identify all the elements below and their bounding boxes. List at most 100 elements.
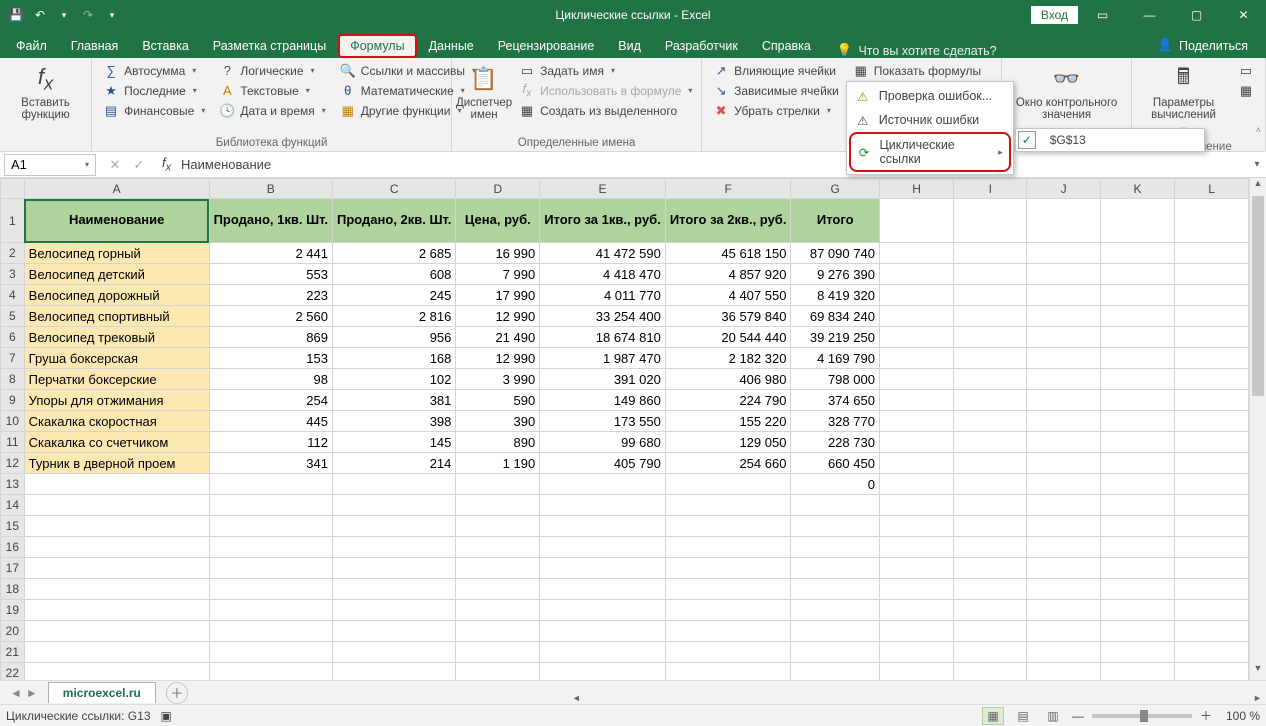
row-header-9[interactable]: 9 — [1, 390, 25, 411]
cell-K21[interactable] — [1101, 642, 1175, 663]
cell-C15[interactable] — [332, 516, 455, 537]
cell-J1[interactable] — [1027, 199, 1101, 243]
cell-I17[interactable] — [954, 558, 1027, 579]
cell-K7[interactable] — [1101, 348, 1175, 369]
cell-B9[interactable]: 254 — [209, 390, 332, 411]
cell-G3[interactable]: 9 276 390 — [791, 264, 879, 285]
zoom-level[interactable]: 100 % — [1220, 709, 1260, 723]
cell-L22[interactable] — [1175, 663, 1249, 681]
cell-B13[interactable] — [209, 474, 332, 495]
page-break-view-icon[interactable]: ▥ — [1042, 707, 1064, 725]
col-header-E[interactable]: E — [540, 179, 666, 199]
formula-input[interactable]: Наименование — [175, 157, 1248, 172]
tell-me[interactable]: 💡 Что вы хотите сделать? — [837, 43, 997, 58]
cell-C17[interactable] — [332, 558, 455, 579]
date-button[interactable]: 🕓Дата и время▾ — [214, 101, 330, 120]
cell-H6[interactable] — [879, 327, 953, 348]
cell-D6[interactable]: 21 490 — [456, 327, 540, 348]
row-header-2[interactable]: 2 — [1, 243, 25, 264]
col-header-H[interactable]: H — [879, 179, 953, 199]
cell-F19[interactable] — [665, 600, 791, 621]
cell-G21[interactable] — [791, 642, 879, 663]
cell-I8[interactable] — [954, 369, 1027, 390]
cell-F21[interactable] — [665, 642, 791, 663]
cell-D3[interactable]: 7 990 — [456, 264, 540, 285]
cell-K20[interactable] — [1101, 621, 1175, 642]
zoom-in-icon[interactable]: ＋ — [1200, 707, 1212, 724]
cell-B12[interactable]: 341 — [209, 453, 332, 474]
cell-A4[interactable]: Велосипед дорожный — [24, 285, 209, 306]
cell-D19[interactable] — [456, 600, 540, 621]
scroll-up-icon[interactable]: ▲ — [1250, 178, 1266, 195]
select-all-cell[interactable] — [1, 179, 25, 199]
tab-help[interactable]: Справка — [750, 34, 823, 58]
row-header-18[interactable]: 18 — [1, 579, 25, 600]
cell-L21[interactable] — [1175, 642, 1249, 663]
row-header-1[interactable]: 1 — [1, 199, 25, 243]
row-header-19[interactable]: 19 — [1, 600, 25, 621]
cell-B17[interactable] — [209, 558, 332, 579]
cell-C4[interactable]: 245 — [332, 285, 455, 306]
cell-D12[interactable]: 1 190 — [456, 453, 540, 474]
cell-I21[interactable] — [954, 642, 1027, 663]
vscroll-thumb[interactable] — [1252, 196, 1264, 396]
cell-E21[interactable] — [540, 642, 666, 663]
cell-K14[interactable] — [1101, 495, 1175, 516]
tab-file[interactable]: Файл — [4, 34, 59, 58]
cell-B19[interactable] — [209, 600, 332, 621]
cell-C20[interactable] — [332, 621, 455, 642]
cell-H20[interactable] — [879, 621, 953, 642]
cell-D5[interactable]: 12 990 — [456, 306, 540, 327]
page-layout-view-icon[interactable]: ▤ — [1012, 707, 1034, 725]
cell-B8[interactable]: 98 — [209, 369, 332, 390]
cell-B14[interactable] — [209, 495, 332, 516]
cell-E20[interactable] — [540, 621, 666, 642]
cell-D21[interactable] — [456, 642, 540, 663]
row-header-20[interactable]: 20 — [1, 621, 25, 642]
cell-A21[interactable] — [24, 642, 209, 663]
tab-view[interactable]: Вид — [606, 34, 653, 58]
cell-C19[interactable] — [332, 600, 455, 621]
row-header-21[interactable]: 21 — [1, 642, 25, 663]
cell-B18[interactable] — [209, 579, 332, 600]
cell-H9[interactable] — [879, 390, 953, 411]
zoom-out-icon[interactable]: — — [1072, 709, 1084, 723]
col-header-A[interactable]: A — [24, 179, 209, 199]
cell-D17[interactable] — [456, 558, 540, 579]
cell-H16[interactable] — [879, 537, 953, 558]
row-header-15[interactable]: 15 — [1, 516, 25, 537]
cell-F1[interactable]: Итого за 2кв., руб. — [665, 199, 791, 243]
cell-I19[interactable] — [954, 600, 1027, 621]
cell-H10[interactable] — [879, 411, 953, 432]
cell-J20[interactable] — [1027, 621, 1101, 642]
col-header-B[interactable]: B — [209, 179, 332, 199]
cell-E4[interactable]: 4 011 770 — [540, 285, 666, 306]
cell-K12[interactable] — [1101, 453, 1175, 474]
new-sheet-button[interactable]: ＋ — [166, 682, 188, 704]
cell-H13[interactable] — [879, 474, 953, 495]
trace-dependents-button[interactable]: ↘Зависимые ячейки — [708, 81, 844, 100]
cell-B16[interactable] — [209, 537, 332, 558]
cell-J10[interactable] — [1027, 411, 1101, 432]
cell-G9[interactable]: 374 650 — [791, 390, 879, 411]
cell-I15[interactable] — [954, 516, 1027, 537]
name-box[interactable]: A1 ▾ — [4, 154, 96, 176]
watch-window-button[interactable]: 👓 Окно контрольного значения — [1008, 61, 1125, 135]
cell-K13[interactable] — [1101, 474, 1175, 495]
cell-E18[interactable] — [540, 579, 666, 600]
cell-I11[interactable] — [954, 432, 1027, 453]
cell-L1[interactable] — [1175, 199, 1249, 243]
cell-K18[interactable] — [1101, 579, 1175, 600]
cell-F15[interactable] — [665, 516, 791, 537]
row-header-12[interactable]: 12 — [1, 453, 25, 474]
cell-G6[interactable]: 39 219 250 — [791, 327, 879, 348]
cell-F6[interactable]: 20 544 440 — [665, 327, 791, 348]
cell-L14[interactable] — [1175, 495, 1249, 516]
cell-G1[interactable]: Итого — [791, 199, 879, 243]
expand-formula-bar-icon[interactable]: ▾ — [1248, 159, 1266, 170]
cell-A8[interactable]: Перчатки боксерские — [24, 369, 209, 390]
remove-arrows-button[interactable]: ✖Убрать стрелки▾ — [708, 101, 844, 120]
cell-L2[interactable] — [1175, 243, 1249, 264]
cell-K15[interactable] — [1101, 516, 1175, 537]
cell-C6[interactable]: 956 — [332, 327, 455, 348]
